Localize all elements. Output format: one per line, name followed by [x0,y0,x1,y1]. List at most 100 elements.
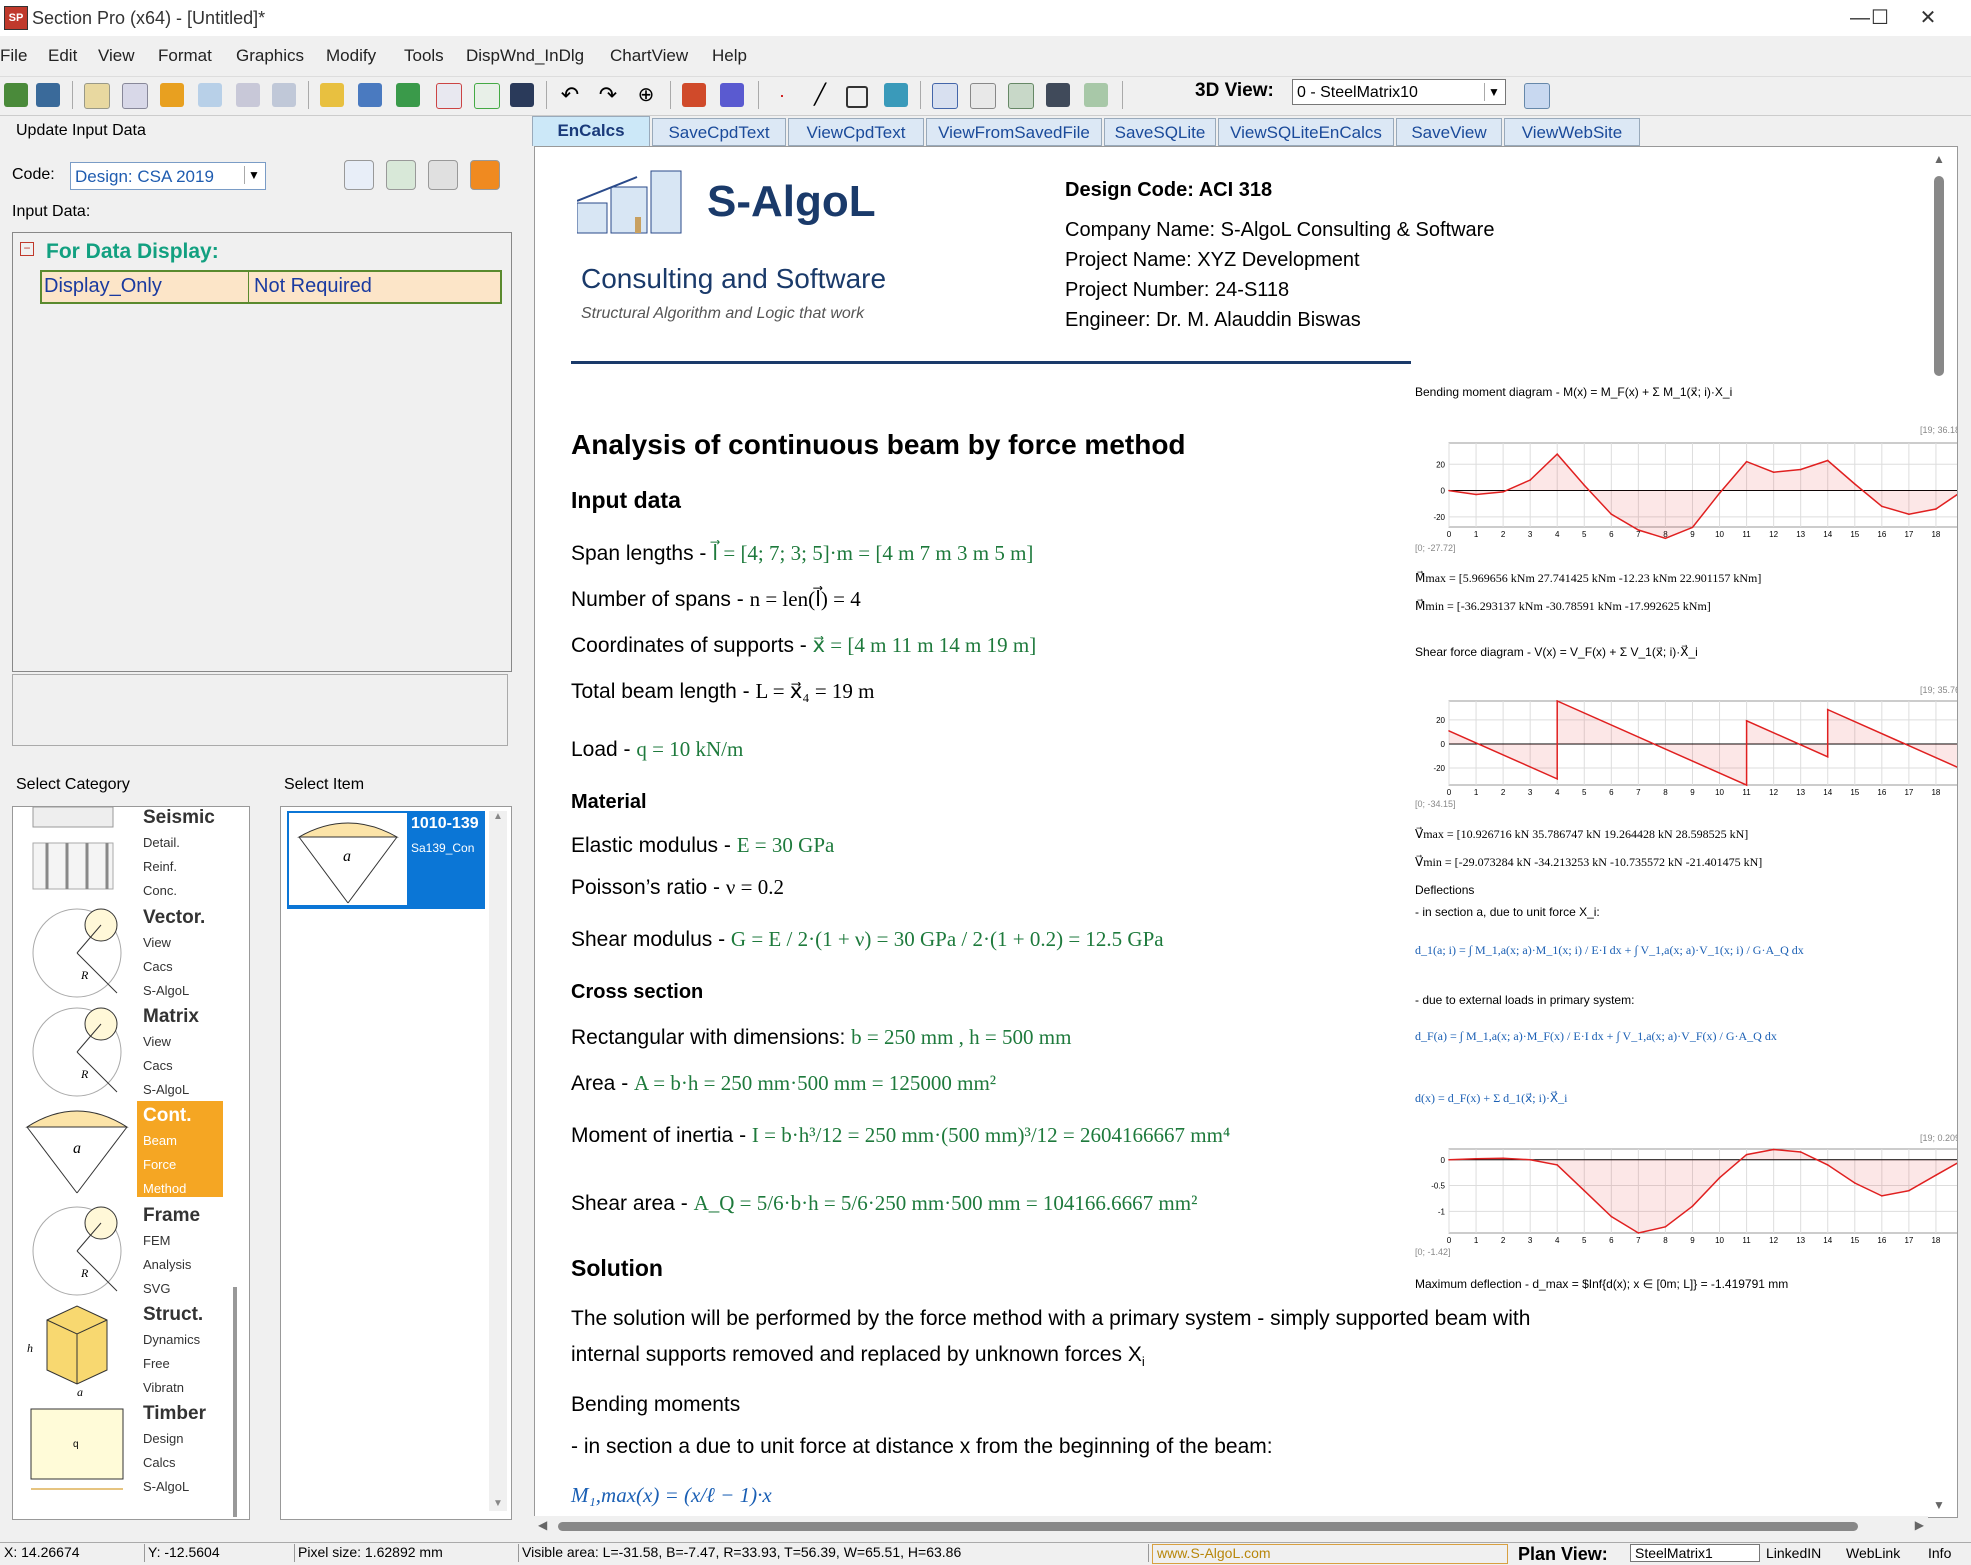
grid-icon[interactable] [932,83,958,109]
info-link[interactable]: Info [1928,1545,1951,1561]
menu-file[interactable]: File [0,46,27,66]
category-cont-beam[interactable]: a Cont. Beam Force Method [17,1101,223,1197]
polygon-icon[interactable] [846,86,868,108]
tab-saveview[interactable]: SaveView [1396,118,1502,146]
collapse-icon[interactable]: − [20,242,34,256]
frame-thumbnail-icon: R [32,1206,122,1296]
tab-viewcpdtext[interactable]: ViewCpdText [788,118,924,146]
plan-view-select[interactable]: SteelMatrix1 [1630,1544,1760,1562]
export-icon[interactable] [272,83,296,107]
menu-modify[interactable]: Modify [326,46,376,66]
tab-viewwebsite[interactable]: ViewWebSite [1504,118,1640,146]
save-icon[interactable] [510,83,534,107]
menu-view[interactable]: View [98,46,135,66]
calc-icon[interactable] [122,83,148,109]
chart-point [1826,756,1829,758]
code-select[interactable]: Design: CSA 2019 ▼ [70,162,266,190]
grid-cell-value[interactable]: Not Required [254,275,372,298]
import-icon[interactable] [396,83,420,107]
database-icon[interactable] [160,83,184,107]
scroll-up-icon[interactable]: ▲ [489,811,507,822]
menu-edit[interactable]: Edit [48,46,77,66]
website-link[interactable]: www.S-AlgoL.com [1152,1544,1508,1564]
category-list[interactable]: Seismic Detail. Reinf. Conc. R Vector. V… [12,806,250,1520]
section-label: - in section a due to unit force at dist… [571,1435,1273,1458]
hscroll-thumb[interactable] [558,1522,1858,1531]
save-chart-icon[interactable] [1046,83,1070,107]
scroll-right-icon[interactable]: ▶ [1915,1518,1924,1532]
settings-icon[interactable] [720,83,744,107]
shear-area-row: Shear area - A_Q = 5/6·b·h = 5/6·250 mm·… [571,1191,1197,1216]
chart-x-tick: 15 [1850,530,1859,539]
calculator-icon[interactable] [1008,83,1034,109]
paste-button[interactable] [428,160,458,190]
bending-moment-chart: 012345678910111213141516171819200-20 [1433,442,1957,540]
chart-point [1556,778,1559,780]
scroll-down-icon[interactable]: ▼ [489,1498,507,1509]
refresh-icon[interactable] [198,83,222,107]
scroll-thumb[interactable] [1934,176,1944,376]
sharea-formula: A_Q = 5/6·b·h = 5/6·250 mm·500 mm = 1041… [693,1191,1198,1215]
seismic-thumbnail-icon [32,807,114,890]
menu-dispwnd[interactable]: DispWnd_InDlg [466,46,584,66]
undo-icon[interactable]: ↶ [558,83,582,107]
print-icon[interactable] [236,83,260,107]
weblink-link[interactable]: WebLink [1846,1545,1900,1561]
chart-point [1881,505,1883,508]
select-tool2-icon[interactable] [36,83,60,107]
reload-button[interactable] [470,160,500,190]
point-icon[interactable]: · [770,83,794,107]
grid-cell-key[interactable]: Display_Only [44,275,162,298]
view3d-select[interactable]: 0 - SteelMatrix10 ▼ [1292,79,1506,105]
scroll-left-icon[interactable]: ◀ [538,1518,547,1532]
tab-savesqlite[interactable]: SaveSQLite [1104,118,1216,146]
item-scrollbar[interactable]: ▲ ▼ [489,811,507,1511]
chart-x-tick: 4 [1555,1236,1560,1245]
scroll-down-icon[interactable]: ▼ [1928,1498,1950,1512]
category-vector[interactable]: R Vector. View Cacs S-AlgoL [17,903,223,999]
item-selected[interactable]: a 1010-139 Sa139_Con [287,811,485,909]
chevron-down-icon[interactable]: ▼ [1484,83,1503,101]
chart-x-tick: 14 [1823,1236,1832,1245]
open-folder-icon[interactable] [320,83,344,107]
category-scrollbar[interactable] [233,1287,237,1517]
zoom-icon[interactable]: ⊕ [634,83,658,107]
menu-help[interactable]: Help [712,46,747,66]
category-frame[interactable]: R Frame FEM Analysis SVG [17,1201,223,1297]
close-button[interactable]: ✕ [1898,0,1958,36]
tab-savecpdtext[interactable]: SaveCpdText [652,118,786,146]
tab-viewsqliteencalcs[interactable]: ViewSQLiteEnCalcs [1218,118,1394,146]
linkedin-link[interactable]: LinkedIN [1766,1545,1821,1561]
document-vertical-scrollbar[interactable]: ▲ ▼ [1928,152,1950,1512]
chevron-down-icon[interactable]: ▼ [244,166,263,184]
status-y: Y: -12.5604 [144,1544,295,1562]
menu-format[interactable]: Format [158,46,212,66]
view-settings-icon[interactable] [1524,83,1550,109]
list-icon[interactable] [970,83,996,109]
tools-icon[interactable] [682,83,706,107]
scroll-up-icon[interactable]: ▲ [1928,152,1950,166]
excel-icon[interactable] [474,83,500,109]
load-button[interactable] [386,160,416,190]
document-horizontal-scrollbar[interactable]: ◀ ▶ [534,1516,1928,1536]
tab-viewfromsavedfile[interactable]: ViewFromSavedFile [926,118,1102,146]
table-icon[interactable] [358,83,382,107]
tab-encalcs[interactable]: EnCalcs [532,116,650,146]
menu-tools[interactable]: Tools [404,46,444,66]
help-button[interactable] [344,160,374,190]
shape-icon[interactable] [884,83,908,107]
chart-icon[interactable] [1084,83,1108,107]
redo-icon[interactable]: ↷ [596,83,620,107]
pdf-icon[interactable] [436,83,462,109]
category-seismic[interactable]: Seismic Detail. Reinf. Conc. [17,807,223,899]
new-doc-icon[interactable] [84,83,110,109]
menu-graphics[interactable]: Graphics [236,46,304,66]
item-list[interactable]: a 1010-139 Sa139_Con ▲ ▼ [280,806,512,1520]
category-matrix[interactable]: R Matrix View Cacs S-AlgoL [17,1002,223,1098]
category-timber[interactable]: q Timber Design Calcs S-AlgoL [17,1399,223,1495]
code-value: Design: CSA 2019 [75,167,214,186]
line-icon[interactable]: ╱ [808,83,832,107]
select-tool-icon[interactable] [4,83,28,107]
menu-chartview[interactable]: ChartView [610,46,688,66]
category-struct[interactable]: h a Struct. Dynamics Free Vibratn [17,1300,223,1396]
